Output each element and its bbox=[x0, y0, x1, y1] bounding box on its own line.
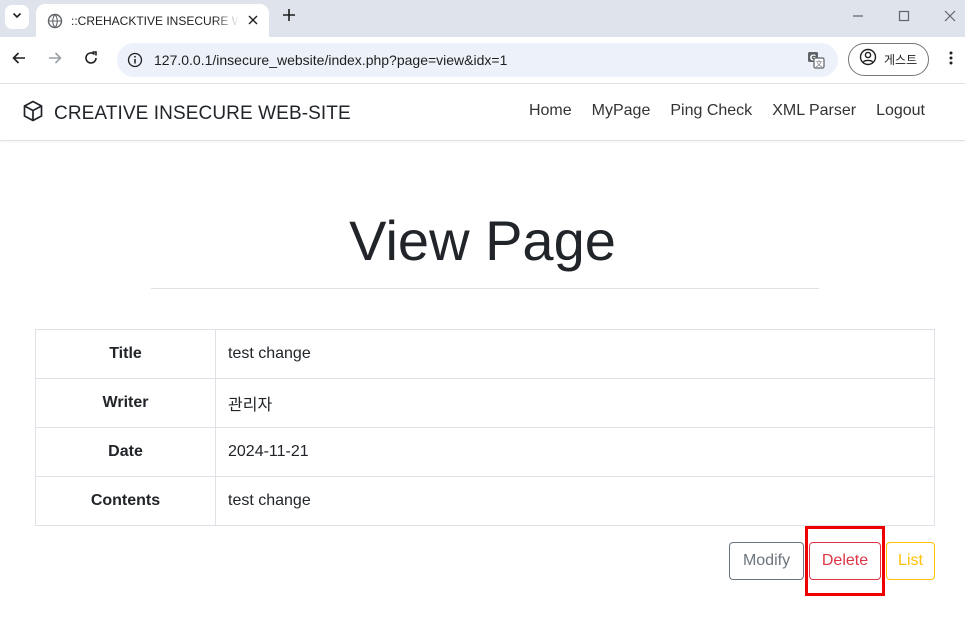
minimize-icon bbox=[852, 9, 864, 27]
row-label-writer: Writer bbox=[35, 378, 216, 428]
row-label-contents: Contents bbox=[35, 476, 216, 526]
address-bar[interactable]: 127.0.0.1/insecure_website/index.php?pag… bbox=[117, 43, 838, 77]
browser-toolbar: 127.0.0.1/insecure_website/index.php?pag… bbox=[0, 37, 965, 84]
reload-button[interactable] bbox=[79, 48, 103, 72]
nav-link-logout[interactable]: Logout bbox=[876, 102, 925, 120]
profile-label: 게스트 bbox=[884, 53, 918, 67]
plus-icon bbox=[282, 8, 296, 27]
tab-search-button[interactable] bbox=[5, 5, 29, 29]
maximize-icon bbox=[898, 9, 910, 27]
globe-icon bbox=[47, 13, 63, 29]
post-detail-table: Title test change Writer 관리자 Date 2024-1… bbox=[35, 329, 935, 526]
brand-link[interactable]: CREATIVE INSECURE WEB-SITE bbox=[22, 100, 351, 127]
nav-links: Home MyPage Ping Check XML Parser Logout bbox=[509, 102, 925, 120]
arrow-right-icon bbox=[47, 50, 63, 71]
url-text[interactable]: 127.0.0.1/insecure_website/index.php?pag… bbox=[154, 52, 507, 68]
tab-title: ::CREHACKTIVE INSECURE WEBSITE bbox=[71, 13, 239, 28]
row-value-date: 2024-11-21 bbox=[215, 427, 935, 477]
back-button[interactable] bbox=[7, 48, 31, 72]
nav-link-home[interactable]: Home bbox=[529, 102, 572, 120]
window-close-button[interactable] bbox=[938, 6, 962, 30]
profile-button[interactable]: 게스트 bbox=[848, 43, 929, 76]
chevron-down-icon bbox=[11, 8, 23, 26]
browser-menu-button[interactable] bbox=[939, 48, 963, 72]
svg-text:文: 文 bbox=[816, 59, 823, 68]
row-value-contents: test change bbox=[215, 476, 935, 526]
minimize-button[interactable] bbox=[846, 6, 870, 30]
close-icon[interactable] bbox=[245, 12, 261, 28]
row-label-title: Title bbox=[35, 329, 216, 379]
browser-tab-strip: ::CREHACKTIVE INSECURE WEBSITE bbox=[0, 0, 965, 37]
table-row: Date 2024-11-21 bbox=[35, 427, 935, 477]
close-icon bbox=[944, 9, 956, 27]
person-circle-icon bbox=[859, 48, 877, 71]
browser-tab-active[interactable]: ::CREHACKTIVE INSECURE WEBSITE bbox=[36, 4, 269, 37]
brand-title: CREATIVE INSECURE WEB-SITE bbox=[54, 102, 351, 124]
row-value-title: test change bbox=[215, 329, 935, 379]
cube-icon bbox=[22, 100, 44, 127]
maximize-button[interactable] bbox=[892, 6, 916, 30]
modify-button[interactable]: Modify bbox=[729, 542, 804, 580]
nav-link-xml-parser[interactable]: XML Parser bbox=[772, 102, 856, 120]
row-label-date: Date bbox=[35, 427, 216, 477]
reload-icon bbox=[83, 50, 99, 71]
translate-icon[interactable]: G文 bbox=[806, 50, 826, 70]
nav-link-mypage[interactable]: MyPage bbox=[592, 102, 651, 120]
page-title: View Page bbox=[349, 209, 616, 272]
delete-button[interactable]: Delete bbox=[809, 542, 881, 580]
arrow-left-icon bbox=[11, 50, 27, 71]
row-value-writer: 관리자 bbox=[215, 378, 935, 428]
table-row: Title test change bbox=[35, 329, 935, 379]
nav-link-ping-check[interactable]: Ping Check bbox=[670, 102, 752, 120]
table-row: Contents test change bbox=[35, 476, 935, 526]
new-tab-button[interactable] bbox=[279, 7, 299, 27]
list-button[interactable]: List bbox=[886, 542, 935, 580]
more-vertical-icon bbox=[943, 50, 959, 71]
forward-button[interactable] bbox=[43, 48, 67, 72]
title-divider bbox=[151, 288, 819, 289]
site-navbar: CREATIVE INSECURE WEB-SITE Home MyPage P… bbox=[0, 84, 965, 141]
table-row: Writer 관리자 bbox=[35, 378, 935, 428]
info-icon[interactable] bbox=[126, 51, 144, 69]
